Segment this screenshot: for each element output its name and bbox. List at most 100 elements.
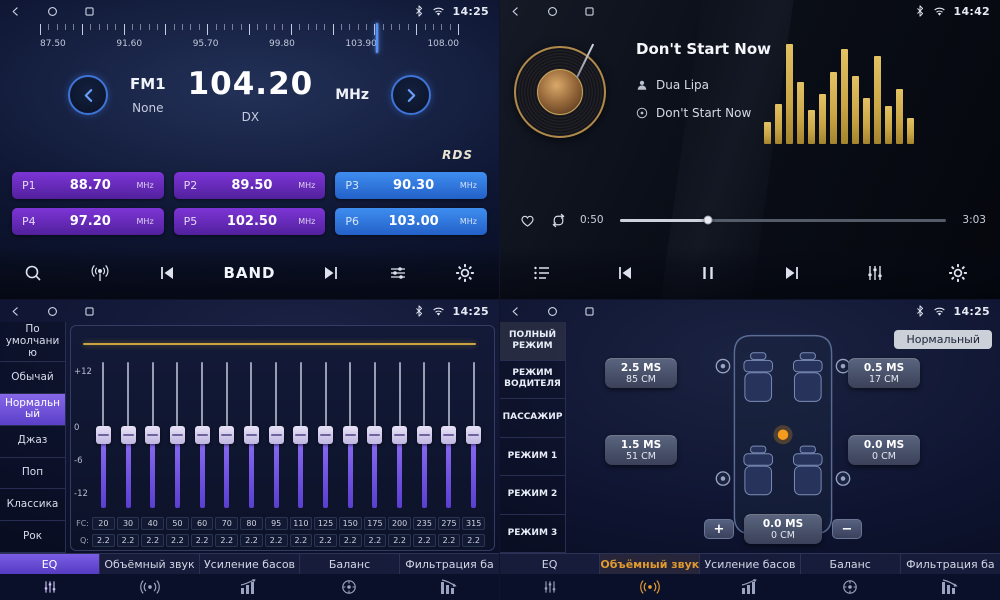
tune-down-button[interactable] [68,75,108,115]
eq-band-150[interactable] [338,360,363,510]
tab-eq[interactable]: EQ [500,554,600,574]
home-nav-icon[interactable] [47,306,58,317]
preset-p1[interactable]: P188.70MHz [12,172,164,199]
favorite-heart-icon[interactable] [518,212,537,229]
eq-sliders-icon[interactable] [0,574,100,600]
repeat-icon[interactable] [549,212,568,229]
bass-boost-icon[interactable] [200,574,300,600]
prev-track-icon[interactable] [614,263,636,283]
tab-surround-sound[interactable]: Объёмный звук [600,554,700,574]
band-button[interactable]: BAND [223,264,275,282]
eq-preset-6[interactable]: Рок [0,521,65,553]
tab-filter[interactable]: Фильтрация ба [400,554,499,574]
eq-band-20[interactable] [91,360,116,510]
recents-nav-icon[interactable] [84,306,95,317]
filter-icon[interactable] [399,574,499,600]
eq-slider-handle[interactable] [195,426,210,444]
eq-preset-2[interactable]: Нормальный [0,394,65,426]
eq-band-200[interactable] [387,360,412,510]
eq-band-40[interactable] [140,360,165,510]
delay-increase-button[interactable]: + [704,519,734,539]
surround-mode-2[interactable]: ПАССАЖИР [500,399,565,438]
surround-icon[interactable] [100,574,200,600]
eq-band-125[interactable] [313,360,338,510]
eq-slider-handle[interactable] [170,426,185,444]
recents-nav-icon[interactable] [584,306,595,317]
eq-band-30[interactable] [116,360,141,510]
eq-band-80[interactable] [239,360,264,510]
eq-slider-handle[interactable] [293,426,308,444]
settings-gear-icon[interactable] [454,263,476,283]
home-nav-icon[interactable] [547,6,558,17]
broadcast-icon[interactable] [89,263,111,283]
eq-slider-handle[interactable] [343,426,358,444]
eq-sliders-icon[interactable] [500,574,600,600]
eq-slider-handle[interactable] [269,426,284,444]
surround-icon[interactable] [600,574,700,600]
preset-p2[interactable]: P289.50MHz [174,172,326,199]
eq-sliders-icon[interactable] [864,263,886,283]
tab-surround-sound[interactable]: Объёмный звук [100,554,200,574]
pause-icon[interactable] [697,263,719,283]
eq-band-60[interactable] [190,360,215,510]
eq-slider-handle[interactable] [244,426,259,444]
tab-balance[interactable]: Баланс [300,554,400,574]
eq-slider-handle[interactable] [96,426,111,444]
back-nav-icon[interactable] [10,6,21,17]
eq-preset-5[interactable]: Классика [0,489,65,521]
eq-slider-handle[interactable] [441,426,456,444]
back-nav-icon[interactable] [510,306,521,317]
eq-slider-handle[interactable] [417,426,432,444]
next-track-icon[interactable] [781,263,803,283]
eq-band-70[interactable] [214,360,239,510]
tune-up-button[interactable] [391,75,431,115]
eq-band-95[interactable] [264,360,289,510]
search-icon[interactable] [22,263,44,283]
tab-filter[interactable]: Фильтрация ба [901,554,1000,574]
eq-band-315[interactable] [461,360,486,510]
home-nav-icon[interactable] [47,6,58,17]
settings-gear-icon[interactable] [947,263,969,283]
playlist-icon[interactable] [531,263,553,283]
recents-nav-icon[interactable] [84,6,95,17]
eq-preset-0[interactable]: По умолчанию [0,322,65,362]
balance-icon[interactable] [800,574,900,600]
surround-mode-5[interactable]: РЕЖИМ 3 [500,515,565,554]
eq-band-275[interactable] [437,360,462,510]
eq-band-235[interactable] [412,360,437,510]
bass-boost-icon[interactable] [700,574,800,600]
eq-slider-handle[interactable] [318,426,333,444]
eq-slider-handle[interactable] [121,426,136,444]
preset-p4[interactable]: P497.20MHz [12,208,164,235]
next-track-icon[interactable] [320,263,342,283]
surround-mode-3[interactable]: РЕЖИМ 1 [500,438,565,477]
eq-slider-handle[interactable] [466,426,481,444]
surround-mode-0[interactable]: ПОЛНЫЙ РЕЖИМ [500,322,565,361]
preset-p6[interactable]: P6103.00MHz [335,208,487,235]
eq-preset-3[interactable]: Джаз [0,426,65,458]
eq-slider-handle[interactable] [392,426,407,444]
profile-badge[interactable]: Нормальный [894,330,992,349]
eq-band-110[interactable] [289,360,314,510]
delay-decrease-button[interactable]: − [832,519,862,539]
tab-eq[interactable]: EQ [0,554,100,574]
back-nav-icon[interactable] [10,306,21,317]
eq-slider-handle[interactable] [367,426,382,444]
eq-preset-1[interactable]: Обычай [0,362,65,394]
home-nav-icon[interactable] [547,306,558,317]
balance-icon[interactable] [299,574,399,600]
prev-track-icon[interactable] [156,263,178,283]
sliders-icon[interactable] [387,263,409,283]
tab-balance[interactable]: Баланс [801,554,901,574]
back-nav-icon[interactable] [510,6,521,17]
eq-band-50[interactable] [165,360,190,510]
eq-slider-handle[interactable] [145,426,160,444]
tab-bass-boost[interactable]: Усиление басов [200,554,300,574]
preset-p3[interactable]: P390.30MHz [335,172,487,199]
recents-nav-icon[interactable] [584,6,595,17]
preset-p5[interactable]: P5102.50MHz [174,208,326,235]
progress-knob[interactable] [703,216,712,225]
surround-mode-4[interactable]: РЕЖИМ 2 [500,476,565,515]
tab-bass-boost[interactable]: Усиление басов [700,554,800,574]
filter-icon[interactable] [900,574,1000,600]
